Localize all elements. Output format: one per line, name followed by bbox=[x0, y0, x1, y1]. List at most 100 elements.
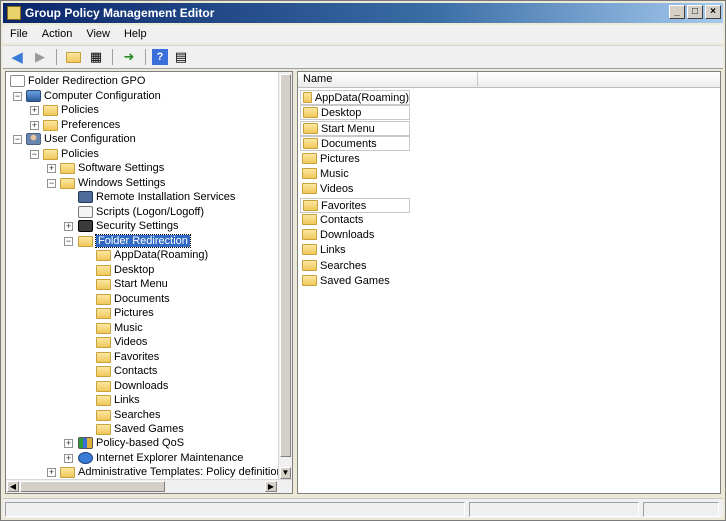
tree-node-cc-preferences[interactable]: Preferences bbox=[43, 118, 120, 132]
tree-node-folder[interactable]: Desktop bbox=[96, 263, 154, 277]
user-icon bbox=[26, 133, 41, 145]
tree-node-policy-based-qos[interactable]: Policy-based QoS bbox=[78, 436, 184, 450]
list-header: Name bbox=[298, 72, 720, 88]
expand-icon[interactable]: + bbox=[47, 164, 56, 173]
tree-node-folder[interactable]: Documents bbox=[96, 292, 170, 306]
folder-icon bbox=[302, 229, 317, 240]
scroll-down-icon[interactable]: ▼ bbox=[280, 467, 291, 479]
maximize-button[interactable]: □ bbox=[687, 5, 703, 19]
expand-icon[interactable]: + bbox=[30, 106, 39, 115]
folder-icon bbox=[302, 260, 317, 271]
menu-file[interactable]: File bbox=[3, 28, 35, 40]
list-item[interactable]: Favorites bbox=[300, 198, 410, 213]
tree-node-windows-settings[interactable]: Windows Settings bbox=[60, 176, 165, 190]
tree-node-folder[interactable]: Saved Games bbox=[96, 422, 184, 436]
folder-icon bbox=[302, 153, 317, 164]
folder-icon bbox=[96, 307, 111, 319]
collapse-icon[interactable]: − bbox=[13, 135, 22, 144]
tree-node-folder-redirection[interactable]: Folder Redirection bbox=[78, 234, 191, 248]
tree-node-ie-maintenance[interactable]: Internet Explorer Maintenance bbox=[78, 451, 243, 465]
tree-node-folder[interactable]: Start Menu bbox=[96, 277, 168, 291]
tree-node-folder[interactable]: Downloads bbox=[96, 379, 168, 393]
list-item[interactable]: Downloads bbox=[300, 227, 374, 242]
list-item[interactable]: Documents bbox=[300, 136, 410, 151]
collapse-icon[interactable]: − bbox=[47, 179, 56, 188]
tree-node-root[interactable]: Folder Redirection GPO bbox=[10, 74, 145, 88]
list-item-label: Saved Games bbox=[320, 274, 390, 287]
back-arrow-icon[interactable]: ◀ bbox=[7, 48, 27, 66]
list-item[interactable]: Searches bbox=[300, 258, 366, 273]
tree-label: AppData(Roaming) bbox=[114, 249, 209, 261]
scroll-thumb[interactable] bbox=[20, 481, 165, 492]
collapse-icon[interactable]: − bbox=[64, 237, 73, 246]
list-item[interactable]: Desktop bbox=[300, 105, 410, 120]
folder-icon bbox=[96, 278, 111, 290]
tree-node-admin-templates[interactable]: Administrative Templates: Policy definit… bbox=[60, 465, 280, 479]
expand-icon[interactable]: + bbox=[64, 439, 73, 448]
tree-vertical-scrollbar[interactable]: ▼ bbox=[278, 72, 292, 480]
menu-help[interactable]: Help bbox=[117, 28, 154, 40]
window-title: Group Policy Management Editor bbox=[25, 6, 215, 20]
export-list-icon[interactable]: ➜ bbox=[119, 48, 139, 66]
tree-horizontal-scrollbar[interactable]: ◀ ▶ bbox=[6, 479, 292, 493]
tree-node-computer-configuration[interactable]: Computer Configuration bbox=[26, 89, 161, 103]
tree-label: Links bbox=[114, 394, 140, 406]
window-controls: _ □ × bbox=[669, 5, 721, 19]
tree-node-folder[interactable]: Music bbox=[96, 321, 143, 335]
list-item[interactable]: Pictures bbox=[300, 151, 360, 166]
list-item[interactable]: Saved Games bbox=[300, 273, 390, 288]
toolbar-separator bbox=[56, 49, 57, 65]
scroll-thumb[interactable] bbox=[280, 74, 291, 457]
properties-icon[interactable]: ▤ bbox=[171, 48, 191, 66]
collapse-icon[interactable]: − bbox=[30, 150, 39, 159]
tree-label: Videos bbox=[114, 336, 148, 348]
gpo-document-icon bbox=[10, 75, 25, 87]
title-bar[interactable]: Group Policy Management Editor _ □ × bbox=[3, 3, 723, 23]
expand-icon[interactable]: + bbox=[47, 468, 56, 477]
scroll-right-icon[interactable]: ▶ bbox=[265, 481, 277, 492]
tree-node-user-configuration[interactable]: User Configuration bbox=[26, 132, 136, 146]
tree-node-folder[interactable]: Searches bbox=[96, 408, 160, 422]
tree-node-folder[interactable]: AppData(Roaming) bbox=[96, 248, 208, 262]
expand-icon[interactable]: + bbox=[64, 454, 73, 463]
tree-node-security-settings[interactable]: Security Settings bbox=[78, 219, 179, 233]
app-window: Group Policy Management Editor _ □ × Fil… bbox=[0, 0, 726, 521]
tree-node-folder[interactable]: Favorites bbox=[96, 350, 159, 364]
tree-node-scripts[interactable]: Scripts (Logon/Logoff) bbox=[78, 205, 204, 219]
list-item[interactable]: Videos bbox=[300, 181, 353, 196]
menu-action[interactable]: Action bbox=[35, 28, 80, 40]
menu-view[interactable]: View bbox=[79, 28, 117, 40]
list-item[interactable]: Start Menu bbox=[300, 121, 410, 136]
folder-icon bbox=[302, 214, 317, 225]
list-item-label: Favorites bbox=[321, 199, 367, 212]
list-item[interactable]: Links bbox=[300, 242, 346, 257]
tree-label: Documents bbox=[114, 293, 170, 305]
minimize-button[interactable]: _ bbox=[669, 5, 685, 19]
help-icon[interactable]: ? bbox=[152, 49, 168, 65]
list-item[interactable]: AppData(Roaming) bbox=[300, 90, 410, 105]
column-header-name[interactable]: Name bbox=[298, 72, 478, 88]
up-folder-icon[interactable] bbox=[63, 48, 83, 66]
tree-label: Music bbox=[114, 322, 143, 334]
scroll-left-icon[interactable]: ◀ bbox=[7, 481, 19, 492]
expand-icon[interactable]: + bbox=[30, 121, 39, 130]
tree-node-software-settings[interactable]: Software Settings bbox=[60, 161, 164, 175]
list-item-label: AppData(Roaming) bbox=[314, 91, 409, 104]
close-button[interactable]: × bbox=[705, 5, 721, 19]
tree-node-folder[interactable]: Contacts bbox=[96, 364, 157, 378]
tree-node-remote-installation-services[interactable]: Remote Installation Services bbox=[78, 190, 235, 204]
tree-node-cc-policies[interactable]: Policies bbox=[43, 103, 99, 117]
tree-label: Start Menu bbox=[114, 278, 168, 290]
list-item[interactable]: Contacts bbox=[300, 212, 363, 227]
tree-node-folder[interactable]: Pictures bbox=[96, 306, 154, 320]
folder-icon bbox=[303, 92, 312, 103]
forward-arrow-icon[interactable]: ▶ bbox=[30, 48, 50, 66]
expand-icon[interactable]: + bbox=[64, 222, 73, 231]
tree-node-folder[interactable]: Videos bbox=[96, 335, 147, 349]
tree-node-folder[interactable]: Links bbox=[96, 393, 140, 407]
list-item[interactable]: Music bbox=[300, 166, 349, 181]
folder-icon bbox=[43, 119, 58, 131]
tree-node-uc-policies[interactable]: Policies bbox=[43, 147, 99, 161]
show-hide-tree-icon[interactable]: ▦ bbox=[86, 48, 106, 66]
collapse-icon[interactable]: − bbox=[13, 92, 22, 101]
